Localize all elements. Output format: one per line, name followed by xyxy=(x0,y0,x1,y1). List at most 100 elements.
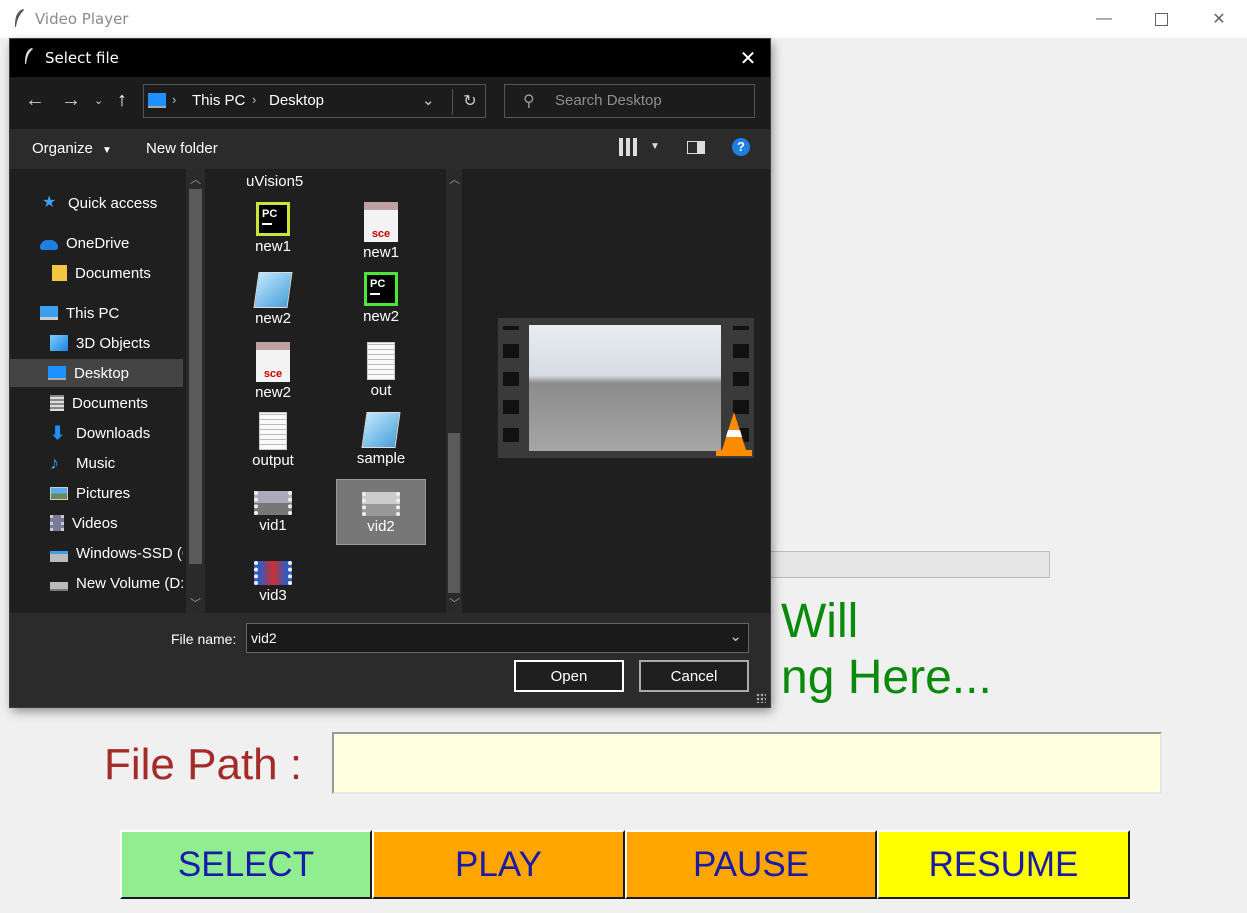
scroll-down-arrow-icon[interactable]: ﹀ xyxy=(190,595,201,611)
nav-item-new-volume[interactable]: New Volume (D: xyxy=(10,569,183,597)
select-file-dialog: Select file ✕ ← → ⌄ ↑ › This PC › Deskto… xyxy=(10,39,770,707)
sce-file-icon: sce xyxy=(364,202,398,242)
chevron-down-icon[interactable]: ▼ xyxy=(650,141,660,152)
organize-label: Organize xyxy=(32,140,93,157)
film-strip-left xyxy=(503,326,519,450)
file-name-input[interactable]: vid2 ⌄ xyxy=(246,623,749,653)
open-button[interactable]: Open xyxy=(514,660,624,692)
cancel-button[interactable]: Cancel xyxy=(639,660,749,692)
file-item-new2-txt[interactable]: new2 xyxy=(228,269,318,335)
minimize-button[interactable]: — xyxy=(1075,0,1133,38)
nav-item-pictures[interactable]: Pictures xyxy=(10,479,183,507)
document-icon xyxy=(50,395,64,411)
cube-icon xyxy=(50,335,68,351)
file-item-vid1[interactable]: vid1 xyxy=(228,479,318,545)
address-dropdown-chevron-icon[interactable]: ⌄ xyxy=(422,91,435,109)
recent-locations-chevron-icon[interactable]: ⌄ xyxy=(94,94,103,107)
file-label: new2 xyxy=(255,310,291,327)
up-arrow-icon[interactable]: ↑ xyxy=(117,89,127,112)
app-title-bar: Video Player — ✕ xyxy=(0,0,1247,38)
file-item-output[interactable]: output xyxy=(228,409,318,475)
play-button[interactable]: PLAY xyxy=(372,830,625,899)
chevron-down-icon: ▼ xyxy=(102,145,112,156)
desktop-icon xyxy=(48,366,66,380)
select-button[interactable]: SELECT xyxy=(120,830,372,899)
nav-item-label: This PC xyxy=(66,304,120,322)
file-item-new1-sce[interactable]: sce new1 xyxy=(336,199,426,265)
pause-button[interactable]: PAUSE xyxy=(625,830,877,899)
cloud-icon xyxy=(40,240,58,250)
help-icon[interactable]: ? xyxy=(732,138,750,156)
new-folder-button[interactable]: New folder xyxy=(146,140,218,157)
nav-item-3d-objects[interactable]: 3D Objects xyxy=(10,329,183,357)
file-label: output xyxy=(252,452,294,469)
forward-arrow-icon[interactable]: → xyxy=(61,89,81,112)
status-text-line1: Will xyxy=(781,595,859,648)
nav-pane-scroll-thumb[interactable] xyxy=(189,189,202,564)
file-item-new2-py[interactable]: PC new2 xyxy=(336,269,426,335)
nav-item-windows-ssd[interactable]: Windows-SSD (C xyxy=(10,539,183,567)
organize-button[interactable]: Organize ▼ xyxy=(32,140,112,157)
navigation-bar: ← → ⌄ ↑ › This PC › Desktop ⌄ ↻ ⚲ Search… xyxy=(10,77,770,129)
scroll-down-arrow-icon[interactable]: ﹀ xyxy=(449,595,460,611)
nav-item-downloads[interactable]: ⬇ Downloads xyxy=(10,419,183,447)
file-label: new1 xyxy=(255,238,291,255)
video-preview-thumbnail xyxy=(498,318,754,458)
nav-item-onedrive-documents[interactable]: Documents xyxy=(10,259,183,287)
resume-button[interactable]: RESUME xyxy=(877,830,1130,899)
nav-item-quick-access[interactable]: ★ Quick access xyxy=(10,189,183,217)
text-file-icon xyxy=(259,412,287,450)
file-list-scroll-thumb[interactable] xyxy=(448,433,460,593)
nav-pane-scrollbar[interactable]: ︿ ﹀ xyxy=(186,169,205,613)
file-label: new2 xyxy=(255,384,291,401)
film-icon xyxy=(50,515,64,531)
nav-item-onedrive[interactable]: OneDrive xyxy=(10,229,183,257)
status-text-line2: ng Here... xyxy=(781,651,992,704)
address-bar[interactable]: › This PC › Desktop ⌄ ↻ xyxy=(143,84,486,118)
search-input[interactable]: ⚲ Search Desktop xyxy=(504,84,755,118)
nav-item-desktop[interactable]: Desktop xyxy=(10,359,183,387)
video-thumb-icon xyxy=(254,491,292,515)
nav-item-videos[interactable]: Videos xyxy=(10,509,183,537)
breadcrumb-desktop[interactable]: Desktop xyxy=(269,92,324,109)
file-item-vid3[interactable]: vid3 xyxy=(228,549,318,615)
maximize-button[interactable] xyxy=(1132,0,1190,38)
search-placeholder: Search Desktop xyxy=(555,92,662,109)
dialog-close-button[interactable]: ✕ xyxy=(734,45,762,71)
breadcrumb-this-pc[interactable]: This PC xyxy=(192,92,245,109)
resize-grip-icon[interactable] xyxy=(756,693,766,703)
file-name-value: vid2 xyxy=(251,630,277,646)
notepad-icon xyxy=(253,272,293,308)
scroll-up-arrow-icon[interactable]: ︿ xyxy=(449,171,460,187)
preview-pane-icon[interactable] xyxy=(687,141,705,154)
file-item-new2-sce[interactable]: sce new2 xyxy=(228,339,318,405)
pycharm-icon: PC xyxy=(364,272,398,306)
scroll-up-arrow-icon[interactable]: ︿ xyxy=(190,171,201,187)
view-options-icon[interactable] xyxy=(619,138,637,156)
back-arrow-icon[interactable]: ← xyxy=(25,89,45,112)
refresh-icon[interactable]: ↻ xyxy=(452,89,487,115)
close-button[interactable]: ✕ xyxy=(1190,0,1247,38)
file-list-pane: uVision5 PC new1 sce new1 new2 PC new2 s… xyxy=(206,169,462,613)
maximize-icon xyxy=(1154,12,1168,26)
nav-item-label: Videos xyxy=(72,514,118,532)
file-path-input[interactable] xyxy=(332,732,1162,794)
nav-item-label: Documents xyxy=(75,264,151,282)
picture-icon xyxy=(50,486,68,500)
progress-bar xyxy=(760,551,1050,578)
chevron-down-icon[interactable]: ⌄ xyxy=(729,627,742,645)
file-item-vid2[interactable]: vid2 xyxy=(336,479,426,545)
file-item-out[interactable]: out xyxy=(336,339,426,405)
notepad-icon xyxy=(361,412,401,448)
nav-item-label: OneDrive xyxy=(66,234,130,252)
nav-item-music[interactable]: ♪ Music xyxy=(10,449,183,477)
file-item-sample[interactable]: sample xyxy=(336,409,426,475)
file-item-new1-py[interactable]: PC new1 xyxy=(228,199,318,265)
preview-image xyxy=(529,325,721,451)
nav-item-this-pc[interactable]: This PC xyxy=(10,299,183,327)
computer-icon xyxy=(40,306,58,320)
file-list-scrollbar[interactable]: ︿ ﹀ xyxy=(446,169,462,613)
folder-item-uvision5[interactable]: uVision5 xyxy=(246,173,303,190)
nav-item-documents[interactable]: Documents xyxy=(10,389,183,417)
nav-item-label: New Volume (D: xyxy=(76,574,183,592)
